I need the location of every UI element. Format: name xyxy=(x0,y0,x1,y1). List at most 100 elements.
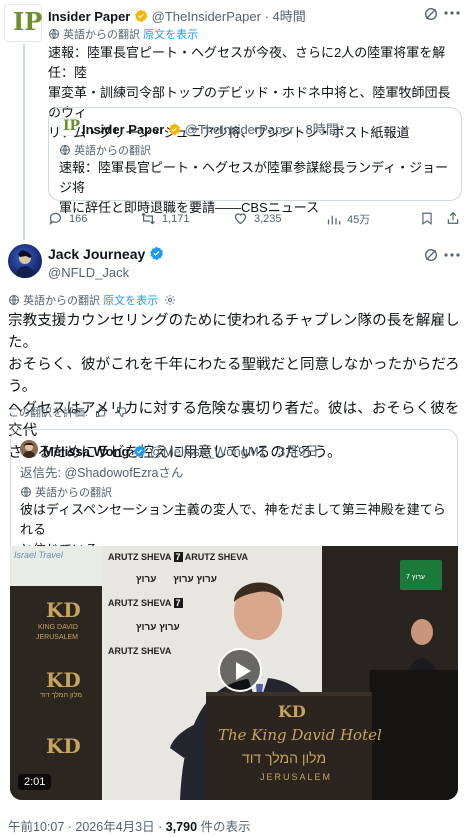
quoted-header: Melissa Wong @Melissa_WongMT · 3月9日 xyxy=(43,441,319,461)
quoted-text-line: 速報：陸軍長官ピート・ヘグセスが陸軍参謀総長ランディ・ジョージ将 xyxy=(59,160,449,195)
rate-translation-label: この翻訳を評価: xyxy=(8,407,89,419)
video-banner-hebrew: ערוץ xyxy=(136,622,157,633)
reply-icon xyxy=(49,212,62,225)
video-player[interactable]: Israel Travel KD KING DAVID JERUSALEM KD… xyxy=(10,546,458,800)
repost-icon xyxy=(141,212,155,225)
more-icon[interactable] xyxy=(444,10,460,16)
avatar[interactable] xyxy=(8,244,42,278)
video-kd-wall: KD KING DAVID JERUSALEM KD מלון המלך דוד… xyxy=(10,586,102,800)
show-original-link[interactable]: 原文を表示 xyxy=(143,29,198,41)
more-icon[interactable] xyxy=(444,252,460,258)
video-kd-logo: KD xyxy=(46,598,81,622)
tweet-footer: 午前10:07 · 2026年4月3日 · 3,790 件の表示 xyxy=(8,816,251,835)
quoted-time: · 8時間 xyxy=(297,122,339,137)
video-screen-text: ערוץ 7 xyxy=(406,574,426,581)
translate-icon xyxy=(8,294,20,306)
repost-button[interactable]: 1,171 xyxy=(140,211,190,226)
play-button[interactable] xyxy=(218,648,262,692)
avatar-logo-text: IP xyxy=(13,7,43,36)
video-podium-logo: KD xyxy=(278,702,306,721)
tweet-timestamp[interactable]: 午前10:07 · 2026年4月3日 · xyxy=(8,820,162,834)
main-author-name-row: Jack Journeay xyxy=(48,246,164,264)
reply-button[interactable]: 166 xyxy=(48,211,87,226)
video-sign-text: Israel Travel xyxy=(14,550,63,560)
quoted-time: · 3月9日 xyxy=(270,444,319,459)
quoted-avatar xyxy=(20,440,38,458)
avatar-art xyxy=(15,250,35,278)
author-name[interactable]: Jack Journeay xyxy=(48,246,145,262)
video-kd-logo: KD xyxy=(46,668,81,692)
translate-icon xyxy=(48,28,60,40)
quoted-translation-note: 英語からの翻訳 xyxy=(59,142,151,158)
video-kd-logo: KD xyxy=(46,734,81,758)
video-kd-text: JERUSALEM xyxy=(36,634,79,641)
bookmark-icon[interactable] xyxy=(420,211,434,226)
quoted-author-name: Insider Paper xyxy=(82,122,165,137)
video-kd-text: מלון המלך דוד xyxy=(40,692,83,699)
rate-translation: この翻訳を評価: xyxy=(8,404,128,420)
verified-blue-icon xyxy=(149,246,164,264)
translation-note: 英語からの翻訳 原文を表示 xyxy=(8,292,176,308)
video-sign: Israel Travel xyxy=(10,546,102,586)
video-banner-text: ARUTZ SHEVA xyxy=(108,552,171,562)
like-button[interactable]: 3,235 xyxy=(233,211,282,226)
grok-icon[interactable] xyxy=(423,247,439,263)
views-count: 45万 xyxy=(347,214,371,226)
quoted-avatar-text: IP xyxy=(63,118,81,134)
settings-icon[interactable] xyxy=(164,294,176,306)
quoted-author-handle: @TheInsiderPaper xyxy=(184,122,294,137)
video-banner-text: ARUTZ SHEVA xyxy=(184,552,249,562)
author-handle[interactable]: @NFLD_Jack xyxy=(48,265,129,280)
quoted-text: 速報：陸軍長官ピート・ヘグセスが陸軍参謀総長ランディ・ジョージ将 軍に辞任と即時… xyxy=(59,158,459,218)
video-banner-hebrew: ערוץ xyxy=(136,574,157,585)
translated-from-label: 英語からの翻訳 xyxy=(63,29,141,41)
tweet-text-line: 宗教支援カウンセリングのために使われるチャプレン隊の長を解雇した。 xyxy=(8,313,460,351)
repost-count: 1,171 xyxy=(162,212,190,225)
reply-count: 166 xyxy=(69,212,88,225)
translate-icon xyxy=(20,486,32,498)
quoted-avatar: IP xyxy=(59,118,81,136)
verified-gold-icon xyxy=(168,123,181,139)
views-count: 3,790 xyxy=(165,820,198,834)
translation-note: 英語からの翻訳 原文を表示 xyxy=(48,26,198,42)
views-button[interactable]: 45万 xyxy=(326,211,370,227)
video-podium: KD The King David Hotel מלון המלך דוד JE… xyxy=(206,692,382,800)
video-podium-city: JERUSALEM xyxy=(260,772,333,782)
quoted-tweet[interactable]: IP Insider Paper @TheInsiderPaper · 8時間 … xyxy=(48,107,462,215)
share-icon[interactable] xyxy=(446,210,460,226)
verified-blue-icon xyxy=(133,445,146,461)
reply-to: 返信先: @ShadowofEzraさん xyxy=(20,466,184,480)
video-table xyxy=(370,670,458,800)
author-name[interactable]: Insider Paper xyxy=(48,9,130,24)
views-icon xyxy=(327,215,341,224)
thread-line xyxy=(23,44,25,240)
tweet-time[interactable]: · 4時間 xyxy=(265,9,306,24)
avatar[interactable]: IP xyxy=(4,4,42,42)
thumbs-up-icon[interactable] xyxy=(95,406,107,418)
like-icon xyxy=(234,213,247,225)
like-count: 3,235 xyxy=(254,212,282,225)
quoted-translation-note: 英語からの翻訳 xyxy=(20,484,112,500)
video-duration: 2:01 xyxy=(18,774,52,790)
verified-gold-icon xyxy=(134,9,148,26)
tweet-text-line: おそらく、彼がこれを千年にわたる聖戦だと同意しなかったからだろう。 xyxy=(8,357,460,395)
thumbs-down-icon[interactable] xyxy=(116,406,128,418)
quoted-text-line: 彼はディスペンセーション主義の変人で、神をだまして第三神殿を建てられる xyxy=(20,502,446,537)
translated-from-label: 英語からの翻訳 xyxy=(74,145,152,157)
author-handle[interactable]: @TheInsiderPaper xyxy=(152,9,261,24)
quoted-author-name: Melissa Wong xyxy=(43,444,130,459)
translated-from-label: 英語からの翻訳 xyxy=(35,487,113,499)
translated-from-label: 英語からの翻訳 xyxy=(23,295,101,307)
video-banner-seven: 7 xyxy=(173,552,183,562)
video-screen: ערוץ 7 xyxy=(400,560,442,590)
tweet-text-line: 速報：陸軍長官ピート・ヘグセスが今夜、さらに2人の陸軍将軍を解任：陸 xyxy=(48,45,446,80)
views-label: 件の表示 xyxy=(200,820,251,834)
quoted-author-handle: @Melissa_WongMT xyxy=(149,444,267,459)
translate-icon xyxy=(59,144,71,156)
quoted-header: Insider Paper @TheInsiderPaper · 8時間 xyxy=(82,119,339,139)
play-icon xyxy=(236,662,251,680)
video-podium-hebrew: מלון המלך דוד xyxy=(242,750,327,766)
video-podium-text: The King David Hotel xyxy=(218,726,382,744)
show-original-link[interactable]: 原文を表示 xyxy=(103,295,158,307)
grok-icon[interactable] xyxy=(423,6,439,22)
